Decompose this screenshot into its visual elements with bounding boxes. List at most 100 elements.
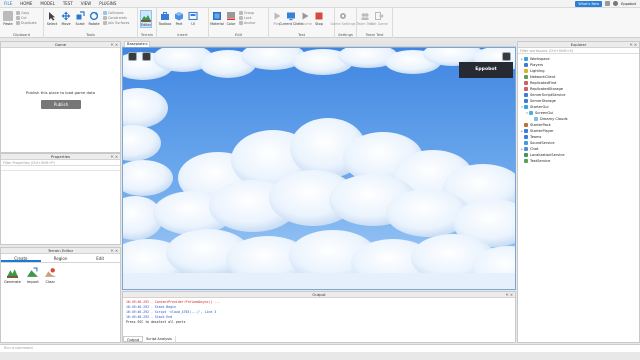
game-viewport[interactable]: Eppobot	[122, 47, 516, 290]
group-button[interactable]: Group	[239, 11, 256, 15]
duplicate-button[interactable]: Duplicate	[16, 21, 37, 25]
rotate-icon	[89, 11, 99, 21]
user-avatar-icon[interactable]	[613, 1, 619, 6]
menu-model[interactable]: MODEL	[36, 1, 58, 6]
whats-new-button[interactable]: What's New	[575, 0, 603, 7]
tab-script-analysis[interactable]: Script Analysis	[143, 336, 176, 342]
tab-create[interactable]: Create	[1, 254, 41, 262]
clear-button[interactable]: Clear	[44, 267, 56, 284]
paste-icon	[3, 11, 13, 21]
import-button[interactable]: Import	[27, 267, 39, 284]
menu-test[interactable]: TEST	[59, 1, 77, 6]
team-test-label: Team Test	[365, 33, 384, 37]
cut-button[interactable]: Cut	[16, 16, 37, 20]
explorer-item-label: ServerScriptService	[530, 93, 566, 97]
select-button[interactable]: Select	[46, 10, 58, 26]
duplicate-icon	[16, 21, 20, 25]
log-line: Press ESC to deselect all parts	[126, 320, 186, 324]
move-icon	[61, 11, 71, 21]
service-icon	[524, 159, 528, 163]
menu-view[interactable]: VIEW	[77, 1, 95, 6]
scale-button[interactable]: Scale	[74, 10, 86, 26]
properties-filter-input[interactable]: Filter Properties (Ctrl+Shift+P)	[1, 160, 120, 166]
user-name[interactable]: Eppobot	[621, 2, 636, 6]
menu-file[interactable]: FILE	[0, 1, 16, 6]
terrain-icon	[141, 15, 151, 22]
gear-icon	[340, 13, 346, 19]
team-test-button[interactable]: Team Test	[357, 10, 373, 26]
ui-button[interactable]: UI	[187, 10, 199, 26]
more-icon[interactable]	[502, 52, 511, 61]
copy-button[interactable]: Copy	[16, 11, 37, 15]
settings-group: Game Settings Settings	[330, 8, 357, 38]
collisions-toggle[interactable]: Collisions	[103, 11, 129, 15]
publish-button[interactable]: Publish	[41, 100, 81, 109]
terrain-editor-button[interactable]: Editor	[140, 10, 152, 28]
explorer-tree: ▸ Workspace Players Lighting NetworkClient Re…	[518, 54, 639, 166]
cloud-band-bottom	[123, 229, 515, 289]
part-button[interactable]: Part	[173, 10, 185, 26]
scale-icon	[76, 11, 85, 20]
stop-button[interactable]: Stop	[313, 10, 325, 26]
panel-controls-icon[interactable]: ⇱ ✕	[111, 154, 118, 160]
material-button[interactable]: Material	[210, 10, 224, 26]
share-icon[interactable]	[605, 1, 611, 6]
edit-group: Material Color Group Lock Anchor Edit	[209, 8, 269, 38]
service-icon	[534, 117, 538, 121]
terrain-label: Terrain	[140, 33, 154, 37]
ui-icon	[188, 11, 198, 21]
lock-button[interactable]: Lock	[239, 16, 256, 20]
tab-edit[interactable]: Edit	[80, 254, 120, 262]
paste-button[interactable]: Paste	[2, 10, 14, 26]
explorer-item-label: SoundService	[530, 141, 555, 145]
explorer-item[interactable]: TestService	[518, 158, 639, 164]
group-icon	[239, 11, 243, 15]
menu-plugins[interactable]: PLUGINS	[95, 1, 120, 6]
terrain-editor-panel: Terrain Editor ⇱ ✕ Create Region Edit Ge…	[0, 247, 121, 343]
constraints-toggle[interactable]: Constraints	[103, 16, 129, 20]
explorer-item-label: ServerStorage	[530, 99, 556, 103]
service-icon	[524, 57, 528, 61]
panel-controls-icon[interactable]: ⇱ ✕	[506, 292, 513, 298]
edit-label: Edit	[235, 33, 242, 37]
command-bar-input[interactable]: Run a command	[0, 344, 640, 352]
toolbox-icon	[161, 12, 169, 20]
explorer-item-label: Dreamy Clouds	[540, 117, 568, 121]
terrain-panel-title: Terrain Editor ⇱ ✕	[1, 248, 120, 254]
tab-output[interactable]: Output	[123, 336, 144, 342]
cut-icon	[16, 16, 20, 20]
anchor-icon	[239, 21, 243, 25]
current-client-button[interactable]: Current Client	[279, 10, 303, 26]
toolbox-button[interactable]: Toolbox	[159, 10, 171, 26]
panel-controls-icon[interactable]: ⇱ ✕	[111, 42, 118, 48]
rotate-button[interactable]: Rotate	[88, 10, 100, 26]
material-icon	[213, 12, 221, 20]
roblox-menu-icon[interactable]	[128, 52, 137, 61]
service-icon	[524, 87, 528, 91]
tab-region[interactable]: Region	[41, 254, 81, 262]
game-settings-button[interactable]: Game Settings	[330, 10, 356, 26]
service-icon	[524, 93, 528, 97]
color-icon	[227, 12, 235, 20]
anchor-button[interactable]: Anchor	[239, 21, 256, 25]
menu-bar: FILE HOME MODEL TEST VIEW PLUGINS What's…	[0, 0, 640, 8]
lock-icon	[239, 16, 243, 20]
explorer-item-label: Lighting	[530, 69, 545, 73]
color-button[interactable]: Color	[225, 10, 237, 26]
explorer-item-label: NetworkClient	[530, 75, 556, 79]
clipboard-group: Paste Copy Cut Duplicate Clipboard	[0, 8, 44, 38]
chat-icon[interactable]	[142, 52, 151, 61]
game-panel: Game ⇱ ✕ Publish this place to load game…	[0, 41, 121, 153]
move-button[interactable]: Move	[60, 10, 72, 26]
service-icon	[524, 135, 528, 139]
service-icon	[524, 69, 528, 73]
explorer-item-label: ScreenGui	[535, 111, 554, 115]
generate-button[interactable]: Generate	[4, 267, 21, 284]
panel-controls-icon[interactable]: ⇱ ✕	[630, 42, 637, 48]
join-surfaces-toggle[interactable]: Join Surfaces	[103, 21, 129, 25]
exit-game-button[interactable]: Exit Game	[370, 10, 388, 26]
panel-controls-icon[interactable]: ⇱ ✕	[111, 248, 118, 254]
service-icon	[529, 111, 533, 115]
resume-button[interactable]: Resume	[298, 10, 312, 26]
menu-home[interactable]: HOME	[16, 1, 36, 6]
